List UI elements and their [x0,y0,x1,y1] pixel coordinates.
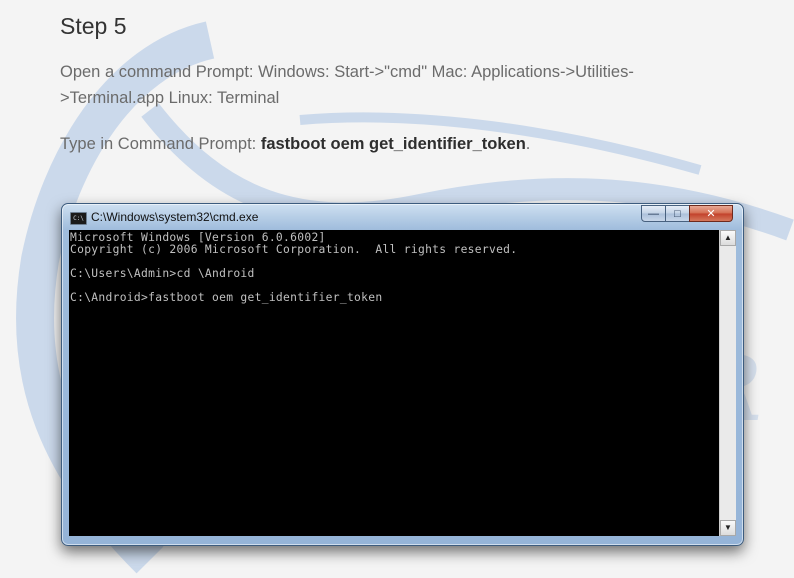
console-line: Copyright (c) 2006 Microsoft Corporation… [70,243,518,256]
scroll-up-arrow-icon[interactable]: ▲ [720,230,736,246]
maximize-button[interactable]: □ [665,205,690,222]
instruction-type-command: Type in Command Prompt: fastboot oem get… [60,131,720,157]
step-title: Step 5 [60,13,127,39]
console-output[interactable]: Microsoft Windows [Version 6.0.6002] Cop… [69,230,719,536]
window-title: C:\Windows\system32\cmd.exe [91,210,259,224]
window-titlebar[interactable]: C:\ C:\Windows\system32\cmd.exe — □ ✕ [62,204,743,230]
cmd-window: C:\ C:\Windows\system32\cmd.exe — □ ✕ Mi… [61,203,744,546]
console-line: C:\Android>fastboot oem get_identifier_t… [70,291,383,304]
console-line: C:\Users\Admin>cd \Android [70,267,255,280]
cmd-app-icon: C:\ [70,212,87,225]
instruction-open-terminal: Open a command Prompt: Windows: Start->"… [60,63,634,107]
instruction-prefix: Type in Command Prompt: [60,135,261,153]
close-button[interactable]: ✕ [689,205,733,222]
vertical-scrollbar[interactable]: ▲ ▼ [719,230,736,536]
instruction-suffix: . [525,135,531,153]
minimize-button[interactable]: — [641,205,666,222]
command-text: fastboot oem get_identifier_token [260,135,526,153]
scroll-down-arrow-icon[interactable]: ▼ [720,520,736,536]
